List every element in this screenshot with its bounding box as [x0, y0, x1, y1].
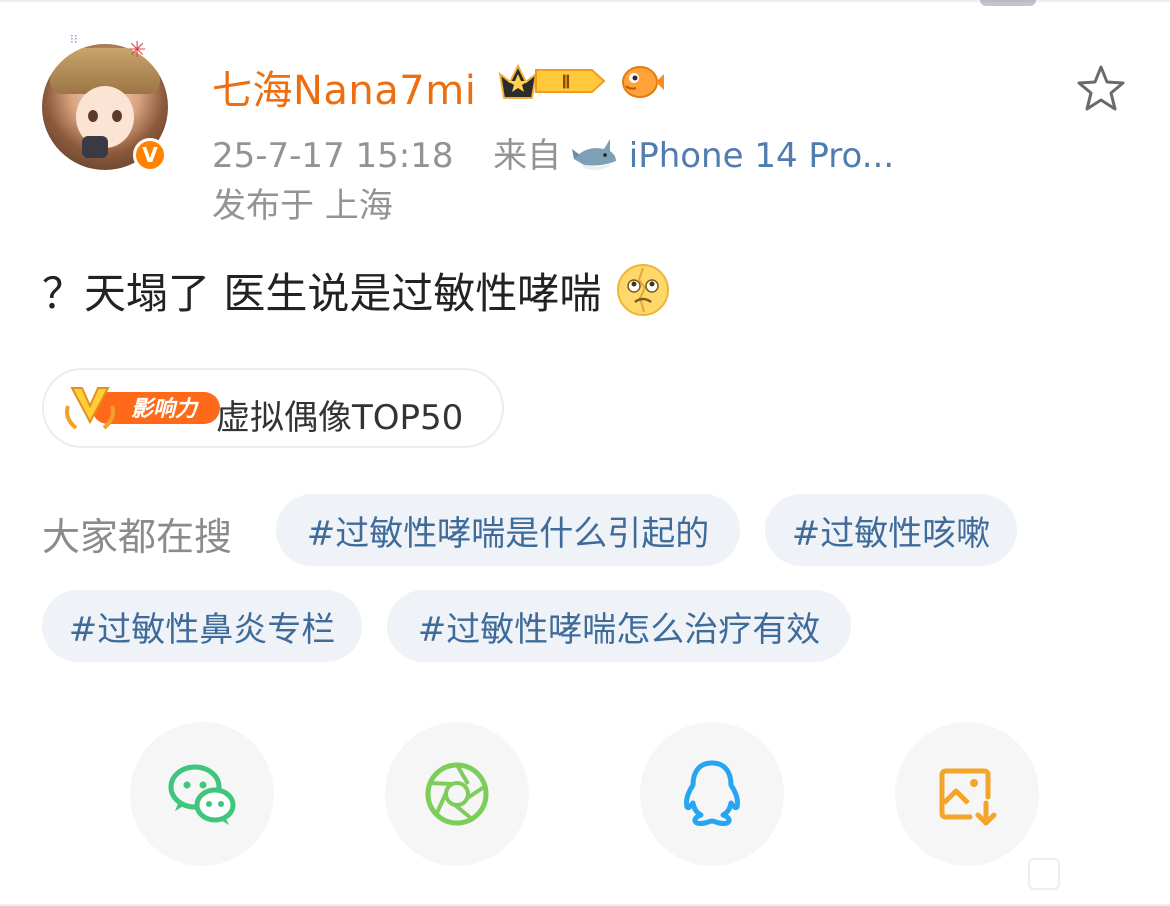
- influence-badge-text: 影响力: [131, 397, 199, 422]
- pufferfish-icon: [622, 66, 664, 98]
- search-chip[interactable]: #过敏性咳嗽: [765, 494, 1017, 566]
- post-location: 发布于 上海: [212, 186, 393, 226]
- post-timestamp: 25-7-17 15:18: [212, 136, 454, 176]
- moments-icon: [425, 762, 489, 826]
- post-text: ？天塌了 医生说是过敏性哮喘: [42, 269, 602, 318]
- avatar-sparkle-icon: ✳: [128, 38, 147, 63]
- favorite-star-icon[interactable]: [1074, 62, 1128, 116]
- crown-level-icon[interactable]: Ⅱ: [496, 60, 608, 102]
- wechat-icon: [168, 764, 236, 825]
- share-wechat-button[interactable]: [130, 722, 274, 866]
- post-meta: 25-7-17 15:18 来自 iPhone 14 Pro...: [212, 128, 894, 177]
- top-decoration: [980, 0, 1036, 6]
- source-device-link[interactable]: iPhone 14 Pro...: [629, 136, 894, 176]
- watermark-icon: [1028, 858, 1060, 890]
- share-moments-button[interactable]: [385, 722, 529, 866]
- verified-badge: V: [133, 138, 167, 172]
- source-prefix: 来自: [493, 136, 562, 176]
- share-qq-button[interactable]: [640, 722, 784, 866]
- search-chip[interactable]: #过敏性哮喘怎么治疗有效: [387, 590, 851, 662]
- verified-mark: V: [142, 143, 158, 167]
- avatar-pendant-dots: ⁝⁝: [70, 32, 78, 46]
- avatar-camera: [82, 136, 108, 158]
- shark-icon: [571, 139, 616, 170]
- crying-face-emoji-icon: [616, 264, 669, 316]
- save-image-button[interactable]: [895, 722, 1039, 866]
- username[interactable]: 七海Nana7mi: [212, 58, 476, 116]
- post-content: ？天塌了 医生说是过敏性哮喘: [42, 260, 671, 321]
- influence-tag[interactable]: 影响力 虚拟偶像TOP50: [42, 368, 504, 448]
- influence-label: 虚拟偶像TOP50: [216, 398, 464, 438]
- avatar-eye: [112, 110, 122, 122]
- avatar-eye: [88, 110, 98, 122]
- search-chip[interactable]: #过敏性鼻炎专栏: [42, 590, 362, 662]
- qq-icon: [684, 760, 740, 827]
- search-chip[interactable]: #过敏性哮喘是什么引起的: [276, 494, 740, 566]
- save-image-icon: [939, 768, 997, 826]
- trending-search-label: 大家都在搜: [42, 515, 233, 559]
- crown-level-text: Ⅱ: [562, 72, 571, 92]
